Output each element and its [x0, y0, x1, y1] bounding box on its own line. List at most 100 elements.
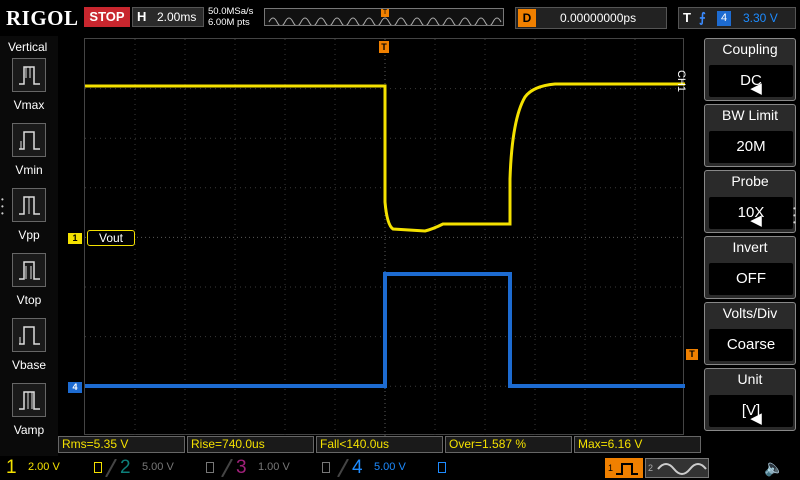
menu-probe[interactable]: Probe ◀ 10X: [704, 170, 796, 233]
channel-bar: 1 2.00 V 2 5.00 V 3 1.00 V 4 5.00 V 1 2 …: [0, 456, 800, 480]
memory-trigger-marker: T: [381, 9, 389, 17]
square-wave-icon: [616, 463, 638, 475]
menu-coupling[interactable]: Coupling ◀ DC: [704, 38, 796, 101]
panel-title: Vertical: [8, 40, 48, 54]
brand-logo: RIGOL: [6, 6, 79, 30]
vpp-button[interactable]: [12, 188, 46, 222]
memory-overview: T: [264, 8, 504, 26]
vtop-label: Vtop: [16, 293, 42, 307]
menu-unit[interactable]: Unit ◀ [V]: [704, 368, 796, 431]
menu-volts-div-title: Volts/Div: [722, 305, 778, 321]
top-status-bar: RIGOL STOP H 2.00ms 50.0MSa/s 6.00M pts …: [0, 0, 800, 36]
menu-bw-limit-value-box: 20M: [709, 131, 793, 163]
acquisition-info: 50.0MSa/s 6.00M pts: [208, 6, 253, 28]
vpp-icon: [19, 196, 40, 215]
vmin-icon: [19, 131, 40, 150]
vmax-button[interactable]: [12, 58, 46, 92]
separator-icon: [105, 459, 117, 477]
delay-label: D: [518, 9, 536, 27]
memory-depth: 6.00M pts: [208, 17, 250, 28]
vmin-label: Vmin: [15, 163, 43, 177]
channel-menu: Coupling ◀ DC BW Limit 20M Probe ◀ 10X I…: [704, 38, 800, 432]
channel-3[interactable]: 3 1.00 V: [236, 457, 336, 478]
menu-coupling-title: Coupling: [722, 41, 778, 57]
ch1-offset-marker[interactable]: 1: [68, 233, 82, 244]
channel-1[interactable]: 1 2.00 V: [6, 457, 106, 478]
measurement-overshoot[interactable]: Over=1.587 %: [445, 436, 572, 453]
left-arrow-icon: ◀: [750, 212, 762, 229]
source-1-button[interactable]: 1: [605, 458, 643, 478]
channel-2[interactable]: 2 5.00 V: [120, 457, 220, 478]
channel-2-number: 2: [120, 457, 131, 478]
channel-4-number: 4: [352, 457, 363, 478]
horizontal-scale-value: 2.00ms: [157, 10, 197, 24]
vmax-icon: [19, 66, 40, 85]
channel-3-scale: 1.00 V: [258, 461, 290, 473]
bw-limit-icon: [438, 462, 446, 473]
speaker-mute-icon[interactable]: 🔈: [764, 458, 784, 478]
menu-page-dots: • • •: [793, 204, 796, 227]
menu-invert-title: Invert: [732, 239, 768, 255]
vbase-button[interactable]: [12, 318, 46, 352]
vamp-icon: [19, 391, 40, 410]
menu-volts-div-value: Coarse: [726, 336, 776, 353]
menu-invert[interactable]: Invert OFF: [704, 236, 796, 299]
measurement-fall[interactable]: Fall<140.0us: [316, 436, 443, 453]
channel-2-scale: 5.00 V: [142, 461, 174, 473]
source-2-button[interactable]: 2: [645, 458, 709, 478]
sample-rate: 50.0MSa/s: [208, 6, 254, 17]
trigger-box[interactable]: T ⨍ 4 3.30 V: [678, 7, 796, 29]
measurement-rise[interactable]: Rise=740.0us: [187, 436, 314, 453]
bw-limit-icon: [206, 462, 214, 473]
channel-1-scale: 2.00 V: [28, 461, 60, 473]
menu-bw-limit-value: 20M: [736, 138, 766, 155]
vbase-label: Vbase: [11, 358, 47, 372]
bw-limit-icon: [94, 462, 102, 473]
vmax-label: Vmax: [13, 98, 45, 112]
measurement-max[interactable]: Max=6.16 V: [574, 436, 701, 453]
trigger-label: T: [683, 10, 691, 25]
channel-tab: CH1: [675, 70, 687, 93]
ch4-offset-marker[interactable]: 4: [68, 382, 82, 393]
vpp-label: Vpp: [18, 228, 40, 242]
waveform-display[interactable]: [84, 38, 685, 436]
menu-invert-value: OFF: [736, 270, 766, 287]
measurement-rms[interactable]: Rms=5.35 V: [58, 436, 185, 453]
menu-unit-title: Unit: [737, 371, 763, 387]
menu-bw-limit[interactable]: BW Limit 20M: [704, 104, 796, 167]
menu-coupling-value-box: ◀ DC: [709, 65, 793, 97]
menu-bw-limit-title: BW Limit: [722, 107, 778, 123]
menu-probe-value-box: ◀ 10X: [709, 197, 793, 229]
menu-volts-div[interactable]: Volts/Div Coarse: [704, 302, 796, 365]
menu-volts-div-value-box: Coarse: [709, 329, 793, 361]
trigger-level-marker[interactable]: T: [686, 349, 698, 360]
bw-limit-icon: [322, 462, 330, 473]
left-arrow-icon: ◀: [750, 80, 762, 97]
menu-unit-value-box: ◀ [V]: [709, 395, 793, 427]
channel-1-number: 1: [6, 457, 17, 478]
horizontal-label: H: [137, 9, 147, 24]
measurement-results: Rms=5.35 V Rise=740.0us Fall<140.0us Ove…: [58, 436, 704, 453]
ch1-trace: [85, 82, 685, 233]
vtop-button[interactable]: [12, 253, 46, 287]
measurement-panel: Vertical Vmax Vmin Vpp Vtop Vbase Vamp •…: [0, 36, 58, 456]
ch1-trace-label[interactable]: Vout: [87, 230, 135, 246]
left-arrow-icon: ◀: [750, 410, 762, 427]
delay-box[interactable]: D 0.00000000ps: [515, 7, 667, 29]
delay-value: 0.00000000ps: [560, 11, 637, 25]
vtop-icon: [19, 261, 40, 280]
sine-wave-icon: [657, 463, 707, 475]
vmin-button[interactable]: [12, 123, 46, 157]
run-stop-status[interactable]: STOP: [84, 7, 130, 27]
menu-probe-title: Probe: [731, 173, 769, 189]
channel-4[interactable]: 4 5.00 V: [352, 457, 452, 478]
trigger-level: 3.30 V: [743, 11, 778, 25]
menu-invert-value-box: OFF: [709, 263, 793, 295]
vbase-icon: [19, 326, 40, 345]
trigger-source: 4: [717, 11, 731, 26]
channel-4-scale: 5.00 V: [374, 461, 406, 473]
vamp-button[interactable]: [12, 383, 46, 417]
horizontal-scale[interactable]: H 2.00ms: [132, 7, 204, 27]
trigger-position-marker[interactable]: T: [379, 41, 389, 53]
rising-edge-icon: ⨍: [699, 10, 706, 25]
